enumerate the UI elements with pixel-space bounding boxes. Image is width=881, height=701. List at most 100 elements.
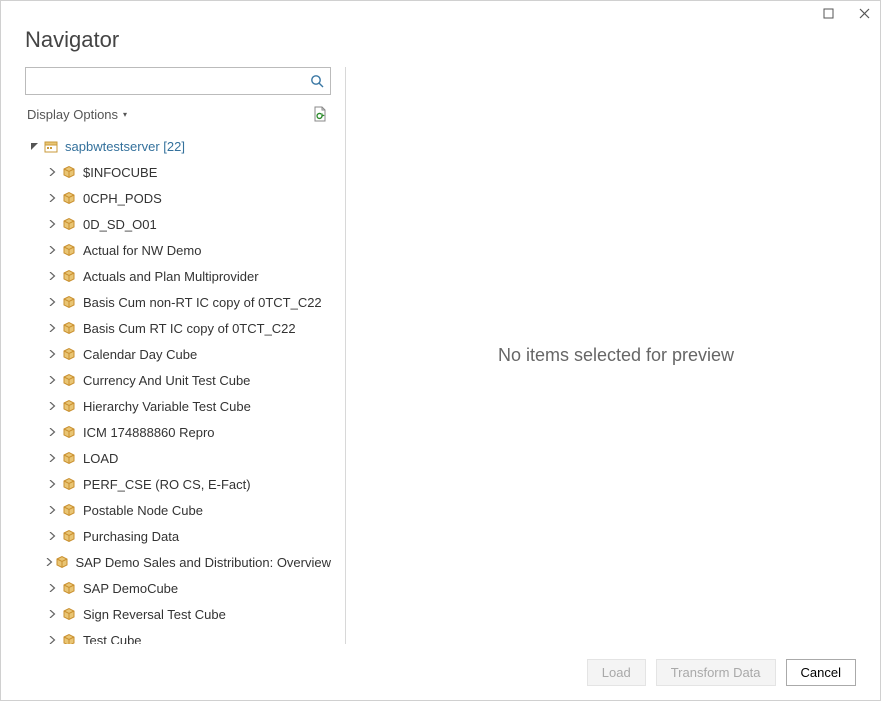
cube-icon [61, 606, 77, 622]
expander-icon[interactable] [45, 194, 59, 202]
tree-item-label: Basis Cum RT IC copy of 0TCT_C22 [83, 321, 296, 336]
cube-icon [61, 320, 77, 336]
tree-item[interactable]: Calendar Day Cube [25, 341, 331, 367]
tree-item[interactable]: Postable Node Cube [25, 497, 331, 523]
tree-item-label: Actuals and Plan Multiprovider [83, 269, 259, 284]
tree-item[interactable]: 0D_SD_O01 [25, 211, 331, 237]
tree-item-label: $INFOCUBE [83, 165, 157, 180]
search-button[interactable] [304, 69, 330, 93]
expander-icon[interactable] [45, 636, 59, 644]
left-pane: Display Options ▾ [1, 67, 337, 644]
cube-icon [61, 528, 77, 544]
tree-item-label: Hierarchy Variable Test Cube [83, 399, 251, 414]
cube-icon [55, 554, 69, 570]
titlebar [1, 1, 880, 25]
page-title: Navigator [25, 27, 856, 53]
load-button[interactable]: Load [587, 659, 646, 686]
expander-icon[interactable] [45, 272, 59, 280]
tree-item-label: Test Cube [83, 633, 142, 645]
tree-item[interactable]: Sign Reversal Test Cube [25, 601, 331, 627]
tree-item[interactable]: SAP Demo Sales and Distribution: Overvie… [25, 549, 331, 575]
preview-placeholder: No items selected for preview [498, 345, 734, 366]
tree-item[interactable]: Test Cube [25, 627, 331, 644]
tree-item-label: Currency And Unit Test Cube [83, 373, 250, 388]
tree-item[interactable]: Actual for NW Demo [25, 237, 331, 263]
tree-item-label: Sign Reversal Test Cube [83, 607, 226, 622]
cube-icon [61, 294, 77, 310]
transform-data-button[interactable]: Transform Data [656, 659, 776, 686]
tree-item-label: Basis Cum non-RT IC copy of 0TCT_C22 [83, 295, 322, 310]
cube-icon [61, 450, 77, 466]
display-options-label: Display Options [27, 107, 118, 122]
expander-icon[interactable] [45, 506, 59, 514]
cube-icon [61, 190, 77, 206]
chevron-down-icon: ▾ [123, 110, 127, 119]
cube-icon [61, 424, 77, 440]
tree-item[interactable]: LOAD [25, 445, 331, 471]
tree-item-label: Postable Node Cube [83, 503, 203, 518]
cube-icon [61, 502, 77, 518]
tree-item[interactable]: Hierarchy Variable Test Cube [25, 393, 331, 419]
cube-icon [61, 476, 77, 492]
search-box[interactable] [25, 67, 331, 95]
search-input[interactable] [26, 69, 304, 93]
tree-item-label: Actual for NW Demo [83, 243, 201, 258]
expander-icon[interactable] [45, 610, 59, 618]
tree-item[interactable]: Purchasing Data [25, 523, 331, 549]
close-icon [859, 8, 870, 19]
maximize-button[interactable] [820, 5, 836, 21]
tree-item[interactable]: Basis Cum non-RT IC copy of 0TCT_C22 [25, 289, 331, 315]
options-row: Display Options ▾ [25, 95, 331, 131]
expander-icon[interactable] [45, 402, 59, 410]
expander-icon[interactable] [45, 220, 59, 228]
search-icon [310, 74, 324, 88]
expander-icon[interactable] [45, 454, 59, 462]
tree-item[interactable]: Basis Cum RT IC copy of 0TCT_C22 [25, 315, 331, 341]
tree-item-label: ICM 174888860 Repro [83, 425, 215, 440]
expander-icon[interactable] [45, 298, 59, 306]
maximize-icon [823, 8, 834, 19]
preview-pane: No items selected for preview [352, 67, 880, 644]
expander-icon[interactable] [27, 142, 41, 151]
tree-item-label: Calendar Day Cube [83, 347, 197, 362]
tree-item[interactable]: Actuals and Plan Multiprovider [25, 263, 331, 289]
tree-item[interactable]: SAP DemoCube [25, 575, 331, 601]
tree-scroll[interactable]: sapbwtestserver [22] $INFOCUBE 0CPH_PODS 0… [25, 131, 331, 644]
tree-item[interactable]: $INFOCUBE [25, 159, 331, 185]
expander-icon[interactable] [45, 480, 59, 488]
expander-icon[interactable] [45, 324, 59, 332]
expander-icon[interactable] [45, 428, 59, 436]
splitter[interactable] [345, 67, 346, 644]
tree-item-label: SAP DemoCube [83, 581, 178, 596]
refresh-button[interactable] [311, 105, 329, 123]
expander-icon[interactable] [45, 168, 59, 176]
tree-item[interactable]: Currency And Unit Test Cube [25, 367, 331, 393]
cancel-button[interactable]: Cancel [786, 659, 856, 686]
expander-icon[interactable] [45, 246, 59, 254]
expander-icon[interactable] [45, 376, 59, 384]
expander-icon[interactable] [45, 532, 59, 540]
expander-icon[interactable] [45, 350, 59, 358]
expander-icon[interactable] [45, 558, 53, 566]
cube-icon [61, 268, 77, 284]
tree-item[interactable]: PERF_CSE (RO CS, E-Fact) [25, 471, 331, 497]
tree-item-label: SAP Demo Sales and Distribution: Overvie… [75, 555, 331, 570]
tree-root[interactable]: sapbwtestserver [22] [25, 133, 331, 159]
cube-icon [61, 242, 77, 258]
tree-item-label: 0D_SD_O01 [83, 217, 157, 232]
tree-item-label: PERF_CSE (RO CS, E-Fact) [83, 477, 251, 492]
tree: sapbwtestserver [22] $INFOCUBE 0CPH_PODS 0… [25, 131, 331, 644]
tree-item[interactable]: ICM 174888860 Repro [25, 419, 331, 445]
header: Navigator [1, 25, 880, 67]
close-button[interactable] [856, 5, 872, 21]
expander-icon[interactable] [45, 584, 59, 592]
display-options-dropdown[interactable]: Display Options ▾ [27, 107, 127, 122]
server-icon [43, 138, 59, 154]
navigator-window: Navigator Display Options ▾ [0, 0, 881, 701]
tree-item[interactable]: 0CPH_PODS [25, 185, 331, 211]
tree-item-label: 0CPH_PODS [83, 191, 162, 206]
cube-icon [61, 372, 77, 388]
refresh-page-icon [312, 106, 328, 122]
tree-root-label: sapbwtestserver [22] [65, 139, 185, 154]
cube-icon [61, 632, 77, 644]
